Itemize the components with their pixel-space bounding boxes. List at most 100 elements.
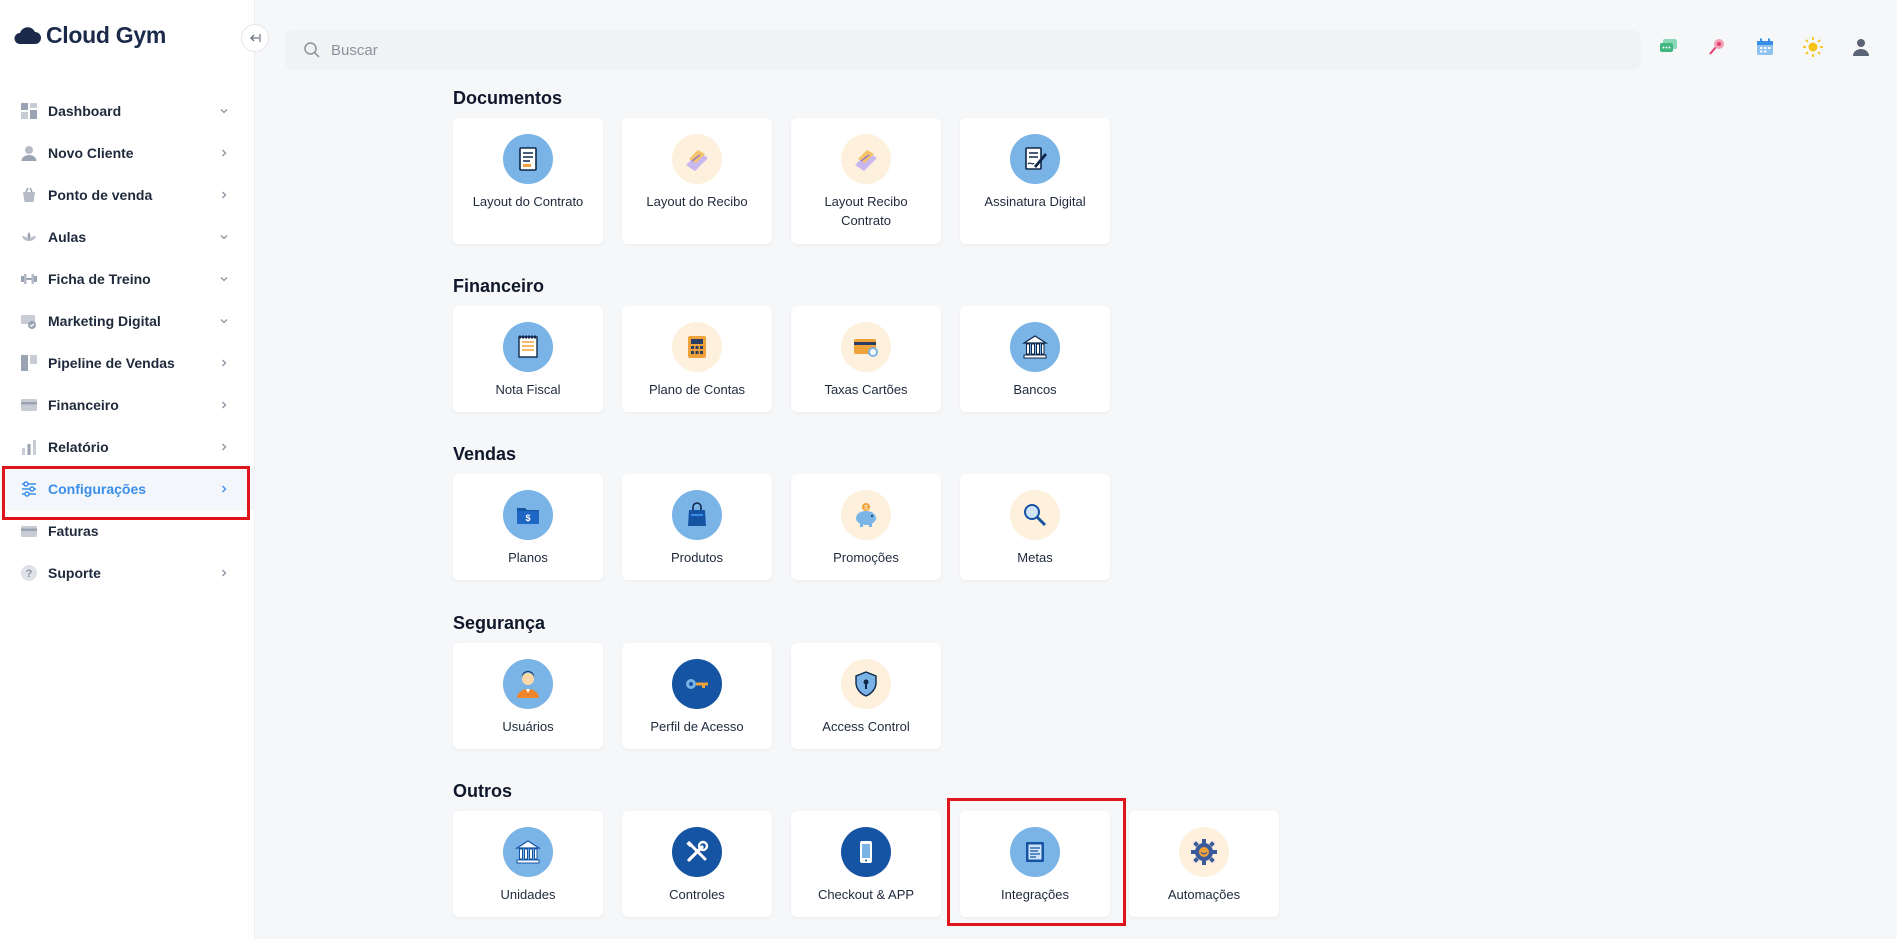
sidebar-item-label: Marketing Digital — [48, 313, 161, 329]
search-input[interactable] — [331, 41, 931, 59]
sidebar-item-marketing-digital[interactable]: Marketing Digital — [0, 300, 254, 342]
folder-money-icon: $ — [503, 490, 553, 540]
sidebar-item-novo-cliente[interactable]: Novo Cliente — [0, 132, 254, 174]
chevron-placeholder — [218, 525, 230, 537]
piggy-bank-icon: $ — [841, 490, 891, 540]
card-label: Bancos — [1013, 382, 1057, 397]
card-label: Nota Fiscal — [495, 382, 561, 397]
marketing-icon — [20, 312, 38, 330]
card-label: Automações — [1167, 887, 1241, 902]
key-icon — [672, 659, 722, 709]
chevron-right-icon — [218, 147, 230, 159]
card-bancos[interactable]: Bancos — [960, 306, 1110, 412]
chevron-down-icon — [218, 231, 230, 243]
card-label: Integrações — [1001, 887, 1069, 902]
signature-icon — [1010, 134, 1060, 184]
bar-chart-icon — [20, 438, 38, 456]
card-label: Perfil de Acesso — [650, 719, 744, 734]
card-label: Produtos — [670, 550, 724, 565]
section-title: Outros — [453, 781, 513, 801]
sidebar-collapse-button[interactable] — [241, 24, 269, 52]
shopping-bag-icon — [672, 490, 722, 540]
svg-text:$: $ — [525, 513, 530, 523]
sidebar-item-label: Novo Cliente — [48, 145, 134, 161]
search-bar[interactable] — [285, 30, 1641, 70]
chat-icon[interactable] — [1658, 36, 1680, 58]
card-metas[interactable]: Metas — [960, 474, 1110, 580]
card-taxas-cartoes[interactable]: Taxas Cartões — [791, 306, 941, 412]
card-integracoes[interactable]: Integrações — [960, 811, 1110, 917]
card-usuarios[interactable]: Usuários — [453, 643, 603, 749]
card-perfil-de-acesso[interactable]: Perfil de Acesso — [622, 643, 772, 749]
sidebar-item-label: Financeiro — [48, 397, 119, 413]
sidebar-item-label: Aulas — [48, 229, 87, 245]
card-automacoes[interactable]: Automações — [1129, 811, 1279, 917]
pin-icon[interactable] — [1706, 36, 1728, 58]
sidebar-item-label: Pipeline de Vendas — [48, 355, 175, 371]
bank-icon — [1010, 322, 1060, 372]
card-fees-icon — [841, 322, 891, 372]
sidebar-item-label: Relatório — [48, 439, 109, 455]
sidebar-item-faturas[interactable]: Faturas — [0, 510, 254, 552]
card-unidades[interactable]: Unidades — [453, 811, 603, 917]
card-produtos[interactable]: Produtos — [622, 474, 772, 580]
card-nota-fiscal[interactable]: Nota Fiscal — [453, 306, 603, 412]
sidebar-item-aulas[interactable]: Aulas — [0, 216, 254, 258]
card-access-control[interactable]: Access Control — [791, 643, 941, 749]
section-vendas: Vendas $ Planos Produtos $ Promoções Met… — [453, 444, 1110, 580]
sidebar-item-relatorio[interactable]: Relatório — [0, 426, 254, 468]
card-planos[interactable]: $ Planos — [453, 474, 603, 580]
sidebar-nav: Dashboard Novo Cliente Ponto de venda Au… — [0, 90, 254, 594]
card-label: Access Control — [822, 719, 910, 734]
card-controles[interactable]: Controles — [622, 811, 772, 917]
sidebar-item-pipeline-de-vendas[interactable]: Pipeline de Vendas — [0, 342, 254, 384]
card-layout-do-contrato[interactable]: Layout do Contrato — [453, 118, 603, 244]
user-icon — [20, 144, 38, 162]
integrations-icon — [1010, 827, 1060, 877]
calculator-icon — [672, 322, 722, 372]
chevron-right-icon — [218, 189, 230, 201]
card-grid: Layout do Contrato Layout do Recibo Layo… — [453, 118, 1110, 244]
section-title: Documentos — [453, 88, 563, 108]
card-assinatura-digital[interactable]: Assinatura Digital — [960, 118, 1110, 244]
sidebar-item-dashboard[interactable]: Dashboard — [0, 90, 254, 132]
card-checkout-app[interactable]: Checkout & APP — [791, 811, 941, 917]
logo[interactable]: Cloud Gym — [12, 22, 166, 49]
section-title: Financeiro — [453, 276, 545, 296]
card-promocoes[interactable]: $ Promoções — [791, 474, 941, 580]
section-outros: Outros Unidades Controles Checkout & APP… — [453, 781, 1279, 917]
card-label: Checkout & APP — [817, 887, 915, 902]
user-profile-icon[interactable] — [1850, 36, 1872, 58]
sun-icon[interactable] — [1802, 36, 1824, 58]
logo-text: Cloud Gym — [46, 22, 166, 48]
card-label: Controles — [669, 887, 725, 902]
help-icon: ? — [20, 564, 38, 582]
card-grid: Nota Fiscal Plano de Contas Taxas Cartõe… — [453, 306, 1110, 412]
sidebar: Cloud Gym Dashboard Novo Cliente Ponto d… — [0, 0, 255, 939]
basket-icon — [20, 186, 38, 204]
section-documentos: Documentos Layout do Contrato Layout do … — [453, 88, 1110, 244]
card-label: Planos — [508, 550, 548, 565]
arrow-left-icon — [250, 34, 261, 42]
sidebar-item-suporte[interactable]: ? Suporte — [0, 552, 254, 594]
card-label: Assinatura Digital — [984, 194, 1086, 209]
card-label: Layout do Contrato — [472, 194, 584, 209]
sidebar-item-financeiro[interactable]: Financeiro — [0, 384, 254, 426]
sidebar-item-configuracoes[interactable]: Configurações — [0, 468, 254, 510]
card-layout-do-recibo[interactable]: Layout do Recibo — [622, 118, 772, 244]
sidebar-item-ficha-de-treino[interactable]: Ficha de Treino — [0, 258, 254, 300]
finance-icon — [20, 396, 38, 414]
section-financeiro: Financeiro Nota Fiscal Plano de Contas T… — [453, 276, 1110, 412]
sidebar-item-ponto-de-venda[interactable]: Ponto de venda — [0, 174, 254, 216]
card-grid: Usuários Perfil de Acesso Access Control — [453, 643, 941, 749]
section-title: Segurança — [453, 613, 546, 633]
card-grid: Unidades Controles Checkout & APP Integr… — [453, 811, 1279, 917]
card-layout-recibo-contrato[interactable]: Layout Recibo Contrato — [791, 118, 941, 244]
tools-icon — [672, 827, 722, 877]
phone-icon — [841, 827, 891, 877]
calendar-icon[interactable] — [1754, 36, 1776, 58]
card-plano-de-contas[interactable]: Plano de Contas — [622, 306, 772, 412]
chevron-right-icon — [218, 567, 230, 579]
credit-card-icon — [20, 522, 38, 540]
lotus-icon — [20, 228, 38, 246]
